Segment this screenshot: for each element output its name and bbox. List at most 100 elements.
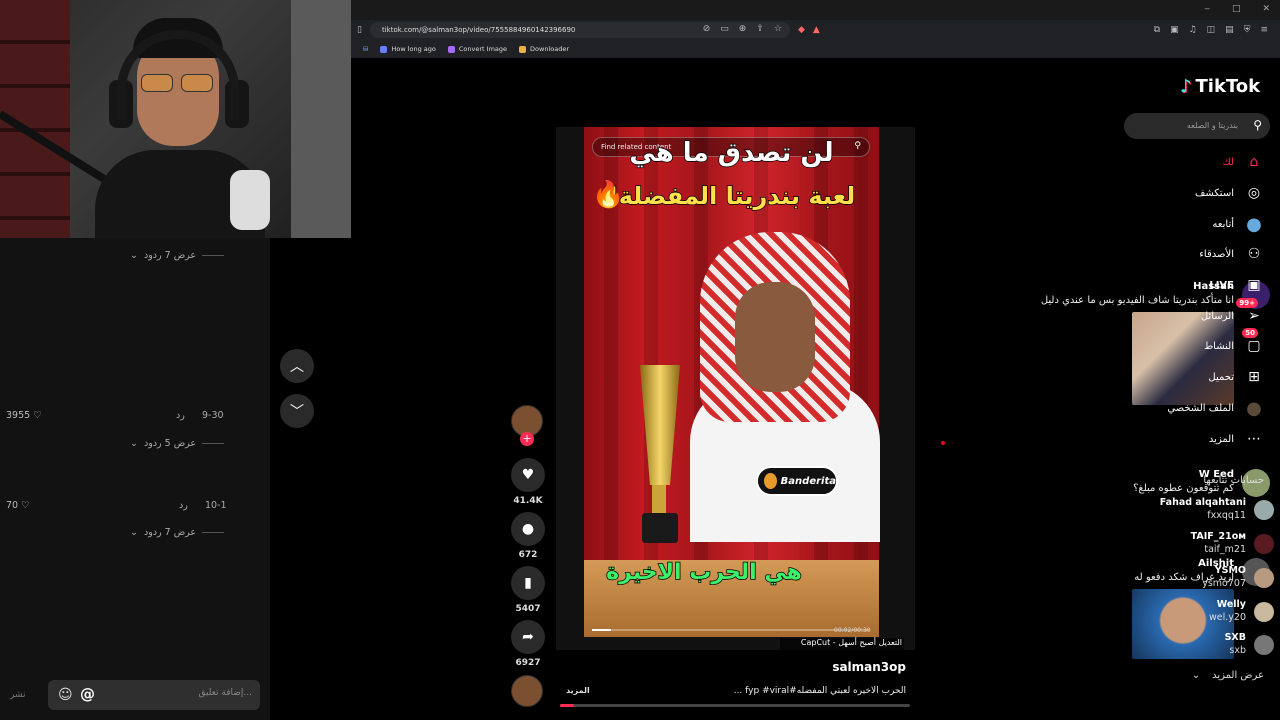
sidebar-item-label: لك: [1222, 156, 1234, 168]
cast-icon[interactable]: ▭: [720, 24, 729, 34]
rewards-icon[interactable]: ▲: [813, 25, 820, 35]
chevron-down-icon: ⌄: [130, 438, 138, 449]
comment-input[interactable]: إضافة تعليق... ☺ @: [48, 680, 260, 710]
banderita-sticker: Banderita: [756, 466, 838, 496]
sidebar-item-2[interactable]: أتابعه ●: [1212, 213, 1264, 235]
star-icon[interactable]: ☆: [774, 24, 782, 34]
following-account[interactable]: Welly wel.y20: [1134, 599, 1274, 625]
comment-date: 10-1: [205, 500, 227, 511]
comment-like-button[interactable]: 70 ♡: [6, 500, 30, 511]
account-avatar: [1254, 500, 1274, 520]
video-description: الحرب الاخيره لعبتي المفضله#fyp #viral .…: [733, 686, 906, 696]
notification-badge: 50: [1242, 328, 1258, 338]
next-video-button[interactable]: ﹀: [280, 394, 314, 428]
sidebar-search-input[interactable]: بندريتا و الصلعه ⚲: [1124, 113, 1270, 139]
capcut-label[interactable]: التعديل أصبح أسهل - CapCut: [780, 638, 904, 650]
see-more-accounts-button[interactable]: ⌄ عرض المزيد: [1192, 670, 1264, 681]
sidebar-item-8[interactable]: الملف الشخصي ●: [1167, 397, 1264, 419]
mute-icon[interactable]: ⊘: [703, 24, 711, 34]
sidebar-item-3[interactable]: الأصدقاء ⚇: [1199, 243, 1264, 265]
sidebar-item-6[interactable]: النشاط ▢ 50: [1203, 328, 1264, 357]
sidebar-item-1[interactable]: استكشف ◎: [1195, 182, 1264, 204]
extension-icon[interactable]: ⧉: [1154, 25, 1160, 35]
view-replies-toggle[interactable]: ⌄ عرض 7 ردود: [130, 250, 225, 261]
brave-shield-icon[interactable]: ◆: [798, 25, 805, 35]
comments-panel: [0, 238, 270, 720]
sound-disc-icon[interactable]: [511, 675, 543, 707]
video-progress-bar[interactable]: [592, 629, 870, 631]
following-account[interactable]: Fahad alqahtani fxxqq11: [1134, 497, 1274, 523]
sidebar-item-7[interactable]: تحميل ⊞: [1208, 366, 1264, 388]
bookmark-downloader[interactable]: Downloader: [519, 45, 569, 53]
bookmark-convert-image[interactable]: Convert Image: [447, 45, 507, 53]
address-bar[interactable]: tiktok.com/@salman3op/video/755588496014…: [369, 22, 790, 38]
zoom-icon[interactable]: ⊕: [739, 24, 747, 34]
reply-button[interactable]: رد: [179, 500, 188, 511]
sidebar-toggle-icon[interactable]: ◫: [1207, 25, 1216, 35]
account-name: Welly: [1216, 599, 1246, 610]
save-count: 5407: [515, 604, 541, 614]
comment-username[interactable]: W Eed: [1020, 469, 1234, 480]
emoji-icon[interactable]: ☺: [58, 687, 73, 703]
share-icon[interactable]: ⇪: [756, 24, 764, 34]
account-handle: wel.y20: [1209, 612, 1246, 623]
chevron-down-icon: ⌄: [130, 527, 138, 538]
bookmark-how-long-ago[interactable]: How long ago: [380, 45, 436, 53]
friends-icon: ⚇: [1247, 246, 1261, 262]
account-name: YSMO: [1214, 565, 1246, 576]
mention-icon[interactable]: @: [80, 685, 95, 703]
music-icon[interactable]: ♫: [1189, 25, 1197, 35]
sidebar-item-label: النشاط: [1203, 340, 1234, 352]
fire-emoji-icon: 🔥: [592, 180, 625, 210]
bookmarks-icon[interactable]: ⛁: [363, 45, 368, 53]
account-avatar: [1254, 568, 1274, 588]
like-button[interactable]: ♥: [511, 458, 545, 492]
sidebar-item-label: LIVE: [1209, 279, 1234, 291]
heart-outline-icon: ♡: [33, 410, 42, 421]
browser-toolbar: ‒ □ ✕ ▯ tiktok.com/@salman3op/video/7555…: [351, 0, 1280, 58]
previous-video-button[interactable]: ︿: [280, 349, 314, 383]
tiktok-logo[interactable]: ♪ TikTok: [1180, 76, 1260, 97]
sidebar-item-5[interactable]: الرسائل ➢ 99+: [1201, 298, 1264, 327]
following-account[interactable]: TAIF_21ᴏᴍ taif_m21: [1134, 531, 1274, 557]
share-arrow-icon: ➦: [522, 629, 534, 645]
sidebar-item-4[interactable]: LIVE ▣: [1209, 274, 1264, 296]
screenshot-icon[interactable]: ▣: [1170, 25, 1179, 35]
vpn-icon[interactable]: ⛨: [1244, 25, 1251, 35]
address-bar-url: tiktok.com/@salman3op/video/755588496014…: [381, 26, 576, 34]
trophy-graphic: [630, 335, 688, 545]
comment-count: 672: [518, 550, 538, 560]
menu-icon[interactable]: ≡: [1260, 25, 1268, 35]
close-button[interactable]: ✕: [1262, 4, 1270, 14]
activity-icon: ▢ 50: [1242, 328, 1264, 356]
view-replies-toggle[interactable]: ⌄ عرض 7 ردود: [130, 527, 225, 538]
search-icon: ⚲: [1253, 118, 1262, 132]
following-account[interactable]: YSMO ysmo707: [1134, 565, 1274, 591]
view-replies-toggle[interactable]: ⌄ عرض 5 ردود: [130, 438, 225, 449]
comment-username[interactable]: Hassan: [1020, 281, 1234, 292]
share-count: 6927: [515, 658, 541, 668]
bookmark-page-icon[interactable]: ▯: [357, 25, 362, 35]
comment-button[interactable]: ●: [511, 512, 545, 546]
account-handle: ysmo707: [1202, 578, 1246, 589]
reply-button[interactable]: رد: [176, 410, 185, 421]
notification-badge: 99+: [1236, 298, 1258, 308]
see-more-link[interactable]: المزيد: [566, 686, 590, 695]
follow-plus-button[interactable]: +: [520, 432, 534, 446]
wallet-icon[interactable]: ▤: [1225, 25, 1234, 35]
sidebar-item-0[interactable]: لك ⌂: [1223, 151, 1264, 173]
comment-like-button[interactable]: 3955 ♡: [6, 410, 42, 421]
share-button[interactable]: ➦: [511, 620, 545, 654]
sidebar-item-label: المزيد: [1208, 433, 1234, 445]
maximize-button[interactable]: □: [1232, 4, 1241, 14]
tab-strip: ‒ □ ✕: [351, 0, 1280, 20]
post-comment-button[interactable]: نشر: [10, 690, 26, 700]
comment-bubble-icon: ●: [521, 521, 535, 537]
minimize-button[interactable]: ‒: [1204, 4, 1210, 14]
video-author[interactable]: salman3op: [700, 660, 906, 674]
save-button[interactable]: ▮: [511, 566, 545, 600]
sidebar-item-9[interactable]: المزيد ⋯: [1209, 428, 1264, 450]
following-account[interactable]: SXB sxb: [1134, 632, 1274, 658]
account-name: TAIF_21ᴏᴍ: [1190, 531, 1246, 542]
video-bottom-caption: هي الحرب الاخيرة: [605, 559, 802, 586]
